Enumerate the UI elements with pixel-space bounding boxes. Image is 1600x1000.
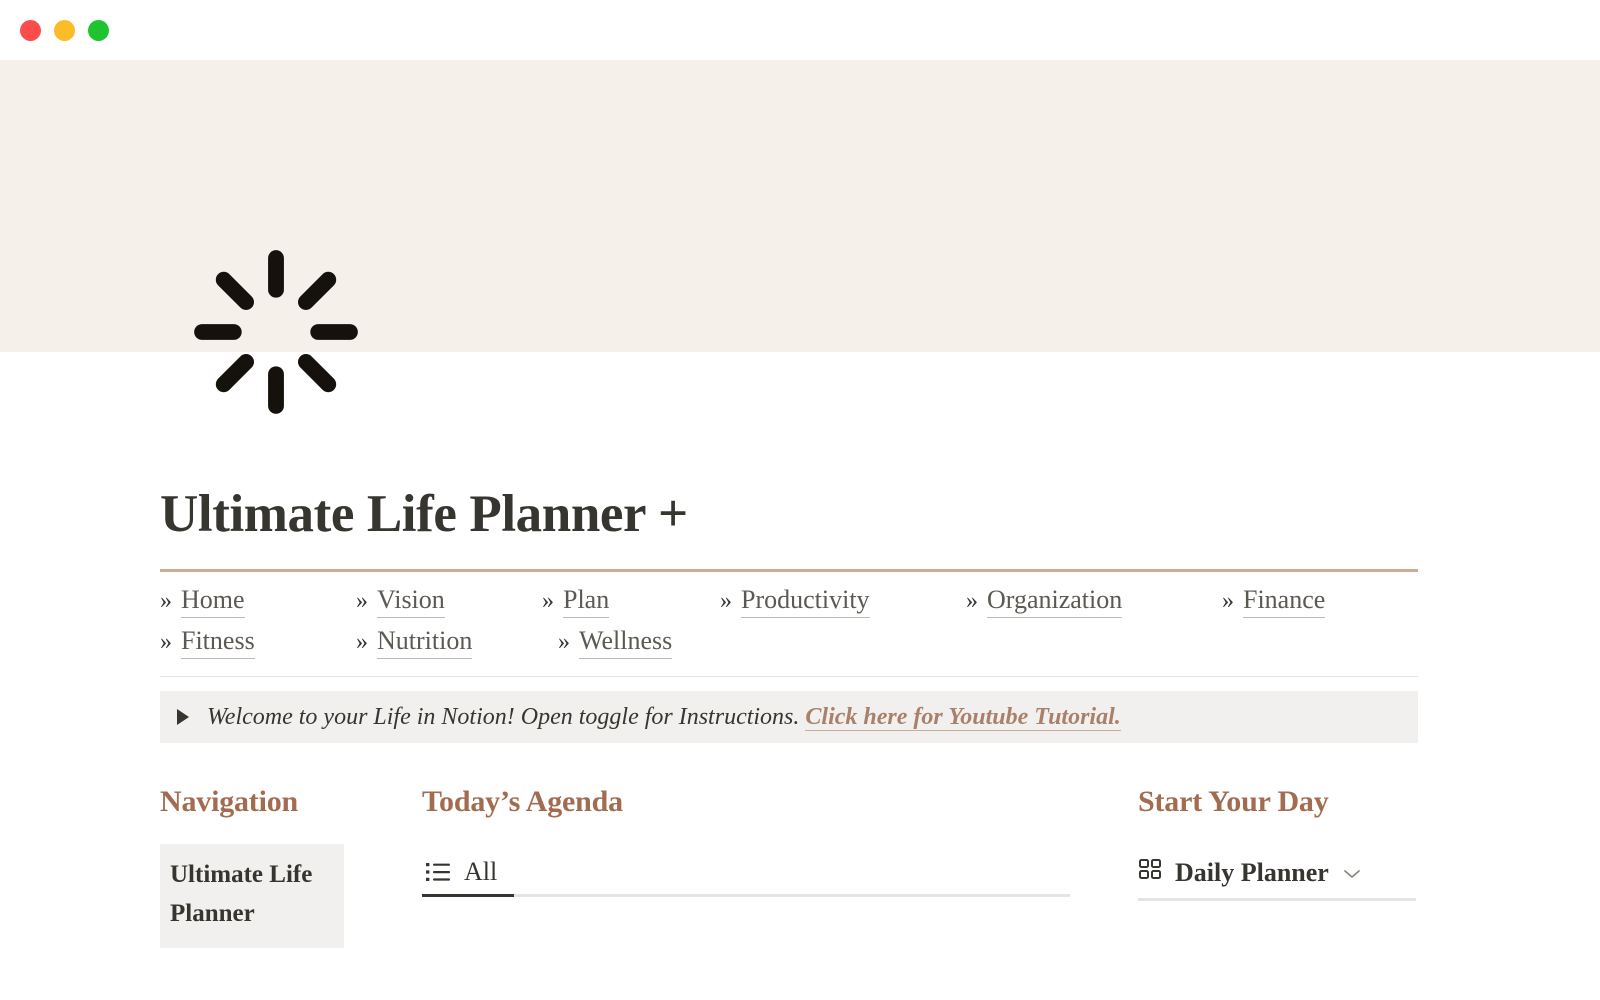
start-your-day-divider: [1138, 898, 1416, 902]
double-chevron-icon: »: [1222, 588, 1234, 615]
nav-link-label: Plan: [563, 585, 610, 619]
start-your-day-column: Start Your Day Daily Planner: [1138, 785, 1418, 948]
start-your-day-heading: Start Your Day: [1138, 785, 1329, 819]
nav-link-label: Fitness: [181, 626, 255, 660]
double-chevron-icon: »: [160, 629, 172, 656]
welcome-callout[interactable]: Welcome to your Life in Notion! Open tog…: [160, 691, 1418, 744]
nav-card-ultimate-life-planner[interactable]: Ultimate Life Planner: [160, 844, 344, 948]
tab-underline-track: [422, 894, 1070, 898]
quick-nav-links: » Home » Vision » Plan » Productivity » …: [160, 585, 1418, 660]
tab-all[interactable]: All: [422, 857, 503, 897]
grid-gallery-icon: [1138, 857, 1162, 888]
agenda-column: Today’s Agenda All: [422, 785, 1138, 948]
callout-text: Welcome to your Life in Notion! Open tog…: [207, 703, 1121, 731]
nav-link-plan[interactable]: » Plan: [542, 585, 720, 619]
tab-underline-active: [422, 894, 514, 898]
toggle-triangle-icon[interactable]: [177, 709, 189, 726]
nav-link-nutrition[interactable]: » Nutrition: [356, 626, 542, 660]
nav-link-label: Vision: [377, 585, 445, 619]
nav-link-wellness[interactable]: » Wellness: [542, 626, 720, 660]
double-chevron-icon: »: [966, 588, 978, 615]
nav-link-label: Nutrition: [377, 626, 473, 660]
double-chevron-icon: »: [542, 588, 554, 615]
nav-divider: [160, 676, 1418, 678]
nav-link-fitness[interactable]: » Fitness: [160, 626, 356, 660]
page-content: Ultimate Life Planner + » Home » Vision …: [0, 352, 1600, 948]
window-close-button[interactable]: [20, 19, 41, 41]
tab-all-label: All: [464, 857, 498, 887]
nav-link-label: Productivity: [741, 585, 870, 619]
navigation-heading: Navigation: [160, 785, 299, 819]
navigation-column: Navigation Ultimate Life Planner: [160, 785, 422, 948]
nav-link-label: Finance: [1243, 585, 1326, 619]
double-chevron-icon: »: [558, 629, 570, 656]
nav-link-productivity[interactable]: » Productivity: [720, 585, 966, 619]
chevron-down-icon[interactable]: [1342, 860, 1362, 886]
window-titlebar: [0, 0, 1600, 60]
loading-spinner-icon[interactable]: [188, 244, 364, 420]
callout-message: Welcome to your Life in Notion! Open tog…: [207, 703, 800, 730]
nav-link-organization[interactable]: » Organization: [966, 585, 1222, 619]
list-icon: [426, 862, 452, 882]
youtube-tutorial-link[interactable]: Click here for Youtube Tutorial.: [805, 703, 1121, 731]
nav-link-label: Home: [181, 585, 245, 619]
double-chevron-icon: »: [720, 588, 732, 615]
double-chevron-icon: »: [356, 629, 368, 656]
agenda-view-tabs: All: [422, 857, 1070, 898]
double-chevron-icon: »: [356, 588, 368, 615]
title-divider: [160, 569, 1418, 573]
column-layout: Navigation Ultimate Life Planner Today’s…: [160, 785, 1418, 948]
nav-link-label: Wellness: [579, 626, 673, 660]
nav-link-finance[interactable]: » Finance: [1222, 585, 1418, 619]
agenda-heading: Today’s Agenda: [422, 785, 623, 819]
nav-link-vision[interactable]: » Vision: [356, 585, 542, 619]
daily-planner-view-selector[interactable]: Daily Planner: [1138, 857, 1362, 898]
nav-link-home[interactable]: » Home: [160, 585, 356, 619]
daily-planner-label: Daily Planner: [1175, 857, 1329, 887]
window-minimize-button[interactable]: [54, 19, 75, 41]
nav-link-label: Organization: [987, 585, 1123, 619]
window-zoom-button[interactable]: [88, 19, 109, 41]
double-chevron-icon: »: [160, 588, 172, 615]
